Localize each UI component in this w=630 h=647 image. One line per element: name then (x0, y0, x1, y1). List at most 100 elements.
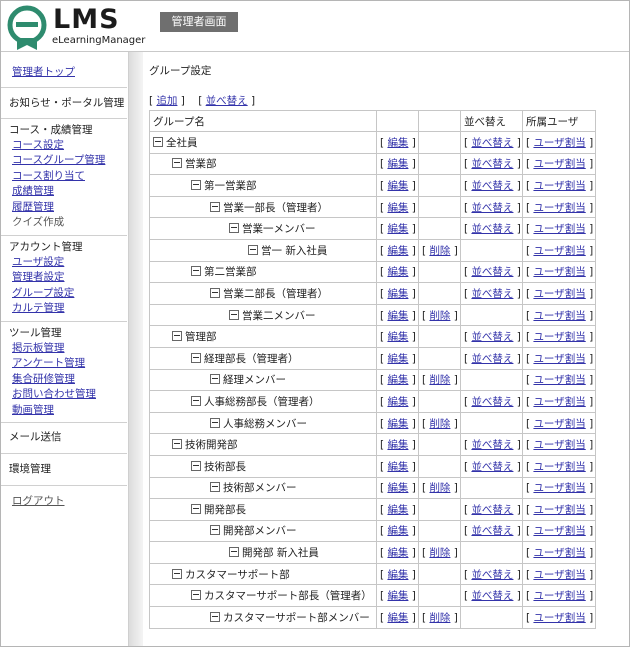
delete-link[interactable]: 削除 (429, 310, 450, 322)
sort-groups-link[interactable]: 並べ替え (206, 95, 248, 107)
sort-link[interactable]: 並べ替え (471, 590, 513, 602)
delete-link[interactable]: 削除 (429, 418, 450, 430)
sidebar-item-training[interactable]: 集合研修管理 (9, 372, 127, 388)
delete-link[interactable]: 削除 (429, 245, 450, 257)
user-assign-link[interactable]: ユーザ割当 (533, 310, 585, 322)
sidebar-item-logout[interactable]: ログアウト (9, 494, 127, 510)
user-assign-link[interactable]: ユーザ割当 (533, 547, 585, 559)
collapse-icon[interactable] (172, 158, 182, 169)
delete-link[interactable]: 削除 (429, 612, 450, 624)
collapse-icon[interactable] (229, 547, 239, 558)
edit-link[interactable]: 編集 (387, 547, 408, 559)
sort-link[interactable]: 並べ替え (471, 525, 513, 537)
collapse-icon[interactable] (210, 417, 220, 428)
sort-link[interactable]: 並べ替え (471, 331, 513, 343)
sort-link[interactable]: 並べ替え (471, 461, 513, 473)
delete-link[interactable]: 削除 (429, 547, 450, 559)
collapse-icon[interactable] (172, 568, 182, 579)
sidebar-item-mail[interactable]: メール送信 (9, 430, 127, 445)
edit-link[interactable]: 編集 (387, 223, 408, 235)
user-assign-link[interactable]: ユーザ割当 (533, 482, 585, 494)
user-assign-link[interactable]: ユーザ割当 (533, 331, 585, 343)
sidebar-item-group-settings[interactable]: グループ設定 (9, 286, 127, 302)
edit-link[interactable]: 編集 (387, 245, 408, 257)
sort-link[interactable]: 並べ替え (471, 223, 513, 235)
sidebar-item-admin-settings[interactable]: 管理者設定 (9, 270, 127, 286)
user-assign-link[interactable]: ユーザ割当 (533, 245, 585, 257)
sort-link[interactable]: 並べ替え (471, 504, 513, 516)
edit-link[interactable]: 編集 (387, 331, 408, 343)
edit-link[interactable]: 編集 (387, 288, 408, 300)
collapse-icon[interactable] (229, 223, 239, 234)
sort-link[interactable]: 並べ替え (471, 353, 513, 365)
user-assign-link[interactable]: ユーザ割当 (533, 158, 585, 170)
collapse-icon[interactable] (191, 352, 201, 363)
edit-link[interactable]: 編集 (387, 461, 408, 473)
collapse-icon[interactable] (248, 244, 258, 255)
edit-link[interactable]: 編集 (387, 374, 408, 386)
sidebar-item-inquiry[interactable]: お問い合わせ管理 (9, 387, 127, 403)
edit-link[interactable]: 編集 (387, 158, 408, 170)
edit-link[interactable]: 編集 (387, 310, 408, 322)
sort-link[interactable]: 並べ替え (471, 266, 513, 278)
user-assign-link[interactable]: ユーザ割当 (533, 266, 585, 278)
user-assign-link[interactable]: ユーザ割当 (533, 418, 585, 430)
user-assign-link[interactable]: ユーザ割当 (533, 590, 585, 602)
user-assign-link[interactable]: ユーザ割当 (533, 396, 585, 408)
sort-link[interactable]: 並べ替え (471, 439, 513, 451)
edit-link[interactable]: 編集 (387, 482, 408, 494)
collapse-icon[interactable] (210, 201, 220, 212)
add-group-link[interactable]: 追加 (156, 95, 177, 107)
sidebar-item-karte[interactable]: カルテ管理 (9, 301, 127, 317)
user-assign-link[interactable]: ユーザ割当 (533, 223, 585, 235)
user-assign-link[interactable]: ユーザ割当 (533, 288, 585, 300)
collapse-icon[interactable] (210, 374, 220, 385)
sort-link[interactable]: 並べ替え (471, 569, 513, 581)
sort-link[interactable]: 並べ替え (471, 396, 513, 408)
edit-link[interactable]: 編集 (387, 590, 408, 602)
edit-link[interactable]: 編集 (387, 569, 408, 581)
sidebar-item-quiz[interactable]: クイズ作成 (9, 215, 127, 231)
collapse-icon[interactable] (191, 590, 201, 601)
user-assign-link[interactable]: ユーザ割当 (533, 525, 585, 537)
sort-link[interactable]: 並べ替え (471, 158, 513, 170)
sidebar-item-env[interactable]: 環境管理 (9, 462, 127, 477)
collapse-icon[interactable] (191, 460, 201, 471)
collapse-icon[interactable] (191, 179, 201, 190)
user-assign-link[interactable]: ユーザ割当 (533, 374, 585, 386)
edit-link[interactable]: 編集 (387, 439, 408, 451)
sidebar-item-video[interactable]: 動画管理 (9, 403, 127, 419)
edit-link[interactable]: 編集 (387, 504, 408, 516)
edit-link[interactable]: 編集 (387, 266, 408, 278)
user-assign-link[interactable]: ユーザ割当 (533, 353, 585, 365)
collapse-icon[interactable] (210, 611, 220, 622)
collapse-icon[interactable] (210, 287, 220, 298)
sidebar-item-survey[interactable]: アンケート管理 (9, 356, 127, 372)
sort-link[interactable]: 並べ替え (471, 180, 513, 192)
collapse-icon[interactable] (172, 439, 182, 450)
collapse-icon[interactable] (210, 525, 220, 536)
sidebar-item-admin-top[interactable]: 管理者トップ (9, 65, 127, 81)
edit-link[interactable]: 編集 (387, 396, 408, 408)
sidebar-item-grades[interactable]: 成績管理 (9, 184, 127, 200)
sidebar-item-course-groups[interactable]: コースグループ管理 (9, 153, 127, 169)
collapse-icon[interactable] (191, 503, 201, 514)
sort-link[interactable]: 並べ替え (471, 137, 513, 149)
delete-link[interactable]: 削除 (429, 374, 450, 386)
collapse-icon[interactable] (229, 309, 239, 320)
user-assign-link[interactable]: ユーザ割当 (533, 439, 585, 451)
sidebar-item-course-assign[interactable]: コース割り当て (9, 169, 127, 185)
user-assign-link[interactable]: ユーザ割当 (533, 202, 585, 214)
user-assign-link[interactable]: ユーザ割当 (533, 612, 585, 624)
edit-link[interactable]: 編集 (387, 418, 408, 430)
edit-link[interactable]: 編集 (387, 612, 408, 624)
sidebar-item-bbs[interactable]: 掲示板管理 (9, 341, 127, 357)
sidebar-item-course-settings[interactable]: コース設定 (9, 138, 127, 154)
collapse-icon[interactable] (191, 266, 201, 277)
collapse-icon[interactable] (153, 136, 163, 147)
sidebar-item-user-settings[interactable]: ユーザ設定 (9, 255, 127, 271)
sort-link[interactable]: 並べ替え (471, 288, 513, 300)
sort-link[interactable]: 並べ替え (471, 202, 513, 214)
delete-link[interactable]: 削除 (429, 482, 450, 494)
edit-link[interactable]: 編集 (387, 525, 408, 537)
